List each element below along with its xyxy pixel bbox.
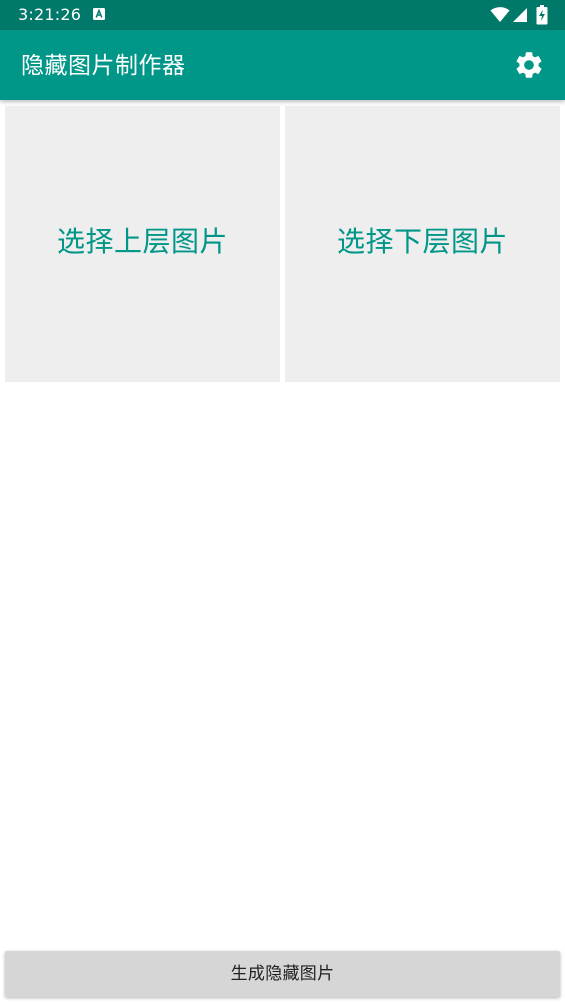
select-top-image-label: 选择上层图片 — [56, 224, 228, 258]
generate-button-label: 生成隐藏图片 — [230, 964, 335, 984]
wifi-icon — [490, 7, 510, 22]
a-icon — [93, 8, 105, 20]
generate-hidden-image-button[interactable]: 生成隐藏图片 — [5, 951, 560, 997]
select-top-image-tile[interactable]: 选择上层图片 — [5, 106, 280, 382]
battery-charging-icon — [536, 5, 548, 25]
app-title: 隐藏图片制作器 — [21, 53, 186, 79]
app-bar: 隐藏图片制作器 — [0, 30, 565, 100]
select-bottom-image-label: 选择下层图片 — [336, 224, 508, 258]
status-bar: 3:21:26 — [0, 0, 565, 30]
cell-signal-icon — [513, 8, 527, 22]
select-bottom-image-tile[interactable]: 选择下层图片 — [285, 106, 560, 382]
gear-icon[interactable] — [513, 49, 545, 81]
status-time: 3:21:26 — [18, 5, 82, 24]
screen: 3:21:26 隐藏图片制作器 选择上层图片 选择下层图片 生成隐藏图片 — [0, 0, 565, 1004]
